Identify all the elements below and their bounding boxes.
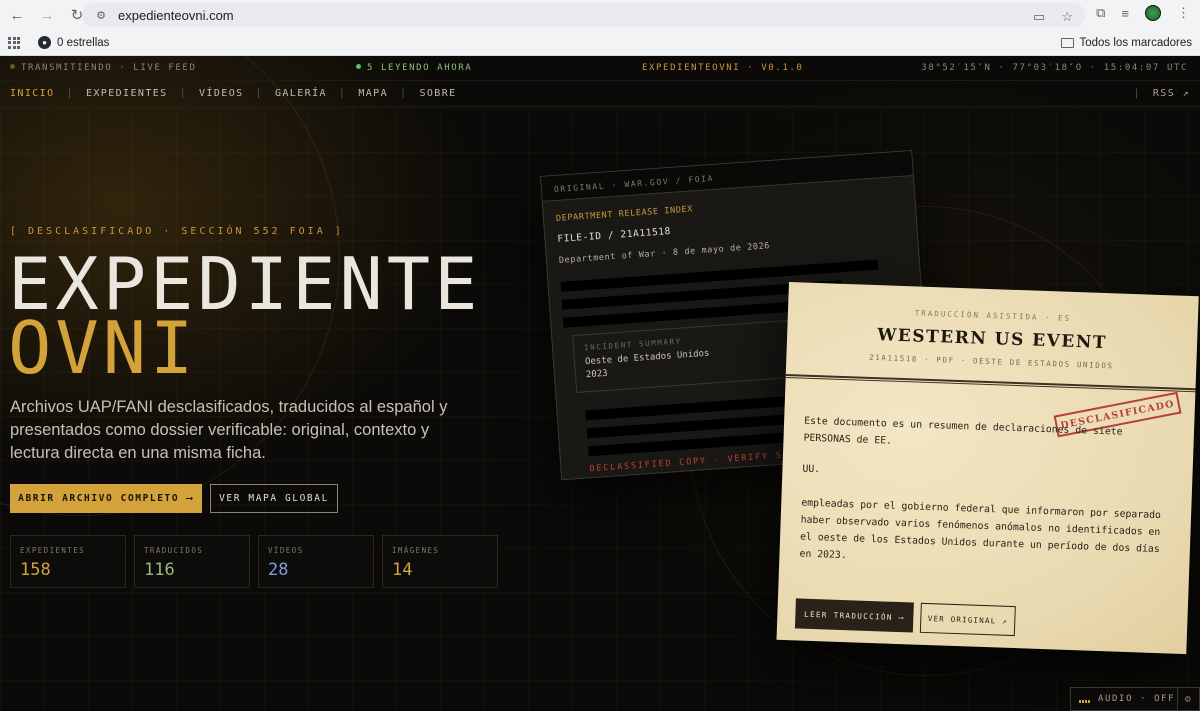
incident-year: 2023 [585,368,608,381]
coordinates-clock: 38°52′15″N · 77°03′18″O · 15:04:07 UTC [921,63,1188,73]
rss-link[interactable]: | RSS ↗ [1121,88,1190,99]
main-nav: INICIO | EXPEDIENTES | VÍDEOS | GALERÍA | MA… [0,81,1200,107]
address-bar[interactable]: ⚙ expedienteovni.com ▭ ☆ [82,3,1085,27]
browser-chrome: ← → ↻ ⚙ expedienteovni.com ▭ ☆ ⧉ ≡ ⋮ ● 0… [0,0,1200,56]
header-rule [785,373,1196,393]
nav-item-mapa[interactable]: MAPA [358,88,388,99]
rss-label: RSS ↗ [1152,88,1190,99]
incident-summary-title: INCIDENT SUMMARY [583,336,683,353]
department-date: Department of War · 8 de mayo de 2026 [558,241,771,266]
online-dot-icon [356,64,361,69]
settings-gear-icon[interactable]: ⚙ [1177,688,1199,710]
nav-item-sobre[interactable]: SOBRE [419,88,456,99]
back-arrow-icon[interactable]: ← [4,2,30,28]
global-map-button[interactable]: VER MAPA GLOBAL [210,484,338,513]
github-icon: ● [38,36,51,49]
translation-paragraph: UU. [802,463,821,476]
menu-kebab-icon[interactable]: ⋮ [1177,5,1190,21]
media-controls-icon[interactable]: ≡ [1121,6,1129,21]
readers-count: 5 LEYENDO AHORA [356,63,472,73]
bookmark-github[interactable]: ● 0 estrellas [38,36,109,49]
release-index-title: DEPARTMENT RELEASE INDEX [555,204,694,224]
audio-label: AUDIO · OFF [1098,694,1176,704]
live-feed-status: TRANSMITIENDO · LIVE FEED [10,63,196,73]
stat-value: 158 [20,560,51,580]
stat-value: 14 [392,560,413,580]
incident-location: Oeste de Estados Unidos [584,348,710,368]
extensions-icon[interactable]: ⧉ [1096,5,1105,21]
browser-actions: ⧉ ≡ ⋮ [1096,5,1190,21]
stat-expedientes[interactable]: EXPEDIENTES 158 [10,535,126,588]
url-text: expedienteovni.com [118,7,234,23]
nav-item-videos[interactable]: VÍDEOS [199,88,244,99]
view-original-button[interactable]: VER ORIGINAL ↗ [919,602,1016,637]
hero-kicker: [ DESCLASIFICADO · SECCIÓN 552 FOIA ] [10,226,344,237]
status-bar: TRANSMITIENDO · LIVE FEED 5 LEYENDO AHOR… [0,56,1200,81]
file-id: FILE-ID / 21A11518 [557,226,672,245]
bookmark-star-icon[interactable]: ☆ [1061,9,1073,25]
apps-grid-icon[interactable] [8,36,20,49]
site-version: EXPEDIENTEOVNI · V0.1.0 [642,63,804,73]
profile-avatar[interactable] [1145,5,1161,21]
stat-imagenes[interactable]: IMÁGENES 14 [382,535,498,588]
nav-item-galeria[interactable]: GALERÍA [275,88,327,99]
stat-label: EXPEDIENTES [20,546,86,555]
live-dot-icon [10,64,15,69]
forward-arrow-icon[interactable]: → [34,2,60,28]
bookmarks-bar: ● 0 estrellas Todos los marcadores [0,30,1200,56]
stat-label: IMÁGENES [392,546,440,555]
incident-summary-box: INCIDENT SUMMARY Oeste de Estados Unidos… [572,319,796,394]
stat-value: 28 [268,560,289,580]
folder-icon [1060,37,1074,48]
all-bookmarks-label: Todos los marcadores [1079,36,1193,49]
equalizer-icon [1079,695,1090,703]
bookmark-label: 0 estrellas [57,36,110,49]
stat-label: VÍDEOS [268,546,304,555]
site-viewport: TRANSMITIENDO · LIVE FEED 5 LEYENDO AHOR… [0,56,1200,711]
nav-item-inicio[interactable]: INICIO [10,88,55,99]
omnibox-actions: ▭ ☆ [1033,9,1073,25]
stat-label: TRADUCIDOS [144,546,204,555]
read-translation-button[interactable]: LEER TRADUCCIÓN ⟶ [794,598,914,633]
stat-value: 116 [144,560,175,580]
browser-toolbar: ← → ↻ ⚙ expedienteovni.com ▭ ☆ ⧉ ≡ ⋮ [0,0,1200,30]
audio-toggle[interactable]: AUDIO · OFF ⚙ [1070,687,1200,711]
install-app-icon[interactable]: ▭ [1033,9,1045,25]
hero-title-line2: OVNI [8,306,198,390]
stat-videos[interactable]: VÍDEOS 28 [258,535,374,588]
open-archive-button[interactable]: ABRIR ARCHIVO COMPLETO ⟶ [10,484,202,513]
stat-traducidos[interactable]: TRADUCIDOS 116 [134,535,250,588]
site-info-icon[interactable]: ⚙ [94,8,108,22]
hero-description: Archivos UAP/FANI desclasificados, tradu… [10,398,448,462]
all-bookmarks[interactable]: Todos los marcadores [1060,36,1193,49]
translation-document-card[interactable]: TRADUCCIÓN ASISTIDA · ES WESTERN US EVEN… [776,282,1199,655]
translation-paragraph: empleadas por el gobierno federal que in… [799,497,1162,562]
nav-item-expedientes[interactable]: EXPEDIENTES [86,88,168,99]
